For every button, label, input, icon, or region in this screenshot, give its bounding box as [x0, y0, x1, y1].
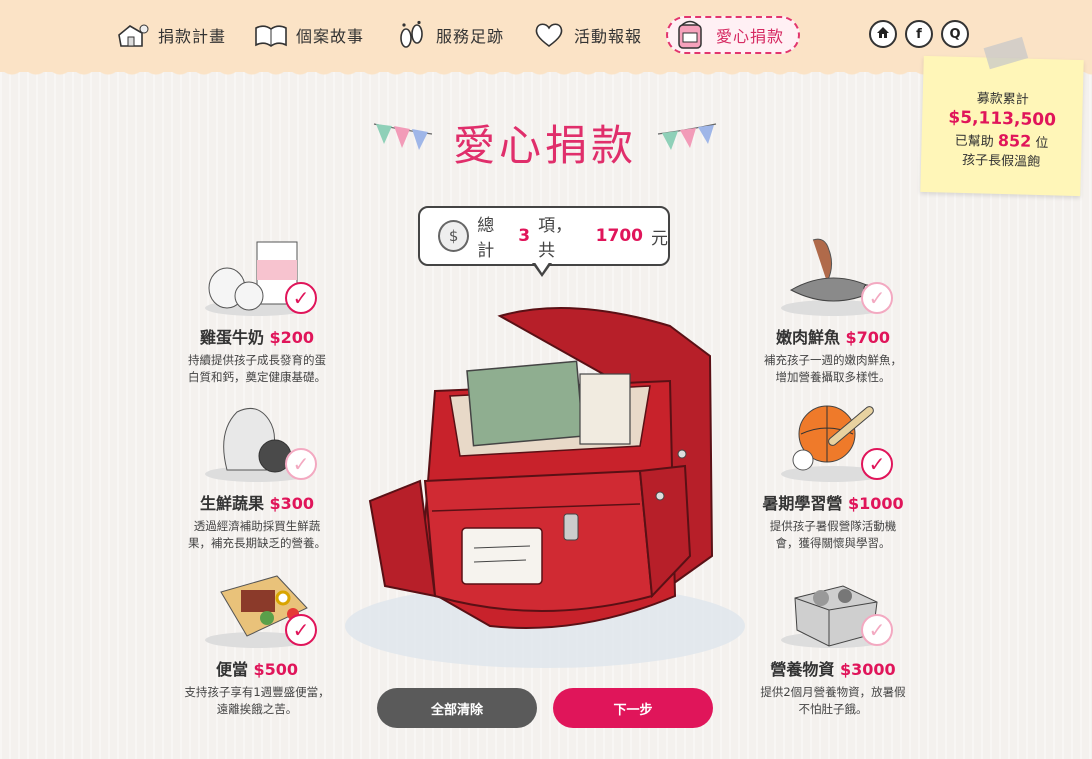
item-price: $300 — [269, 494, 315, 513]
note-footer: 孩子長假溫飽 — [961, 152, 1041, 171]
item-price: $200 — [269, 328, 315, 347]
summary-suffix: 元 — [651, 228, 668, 249]
note-helped-suffix: 位 — [1035, 135, 1049, 152]
page-title: 愛心捐款 — [452, 121, 637, 170]
backpack-illustration — [345, 307, 745, 668]
donation-summary-bubble: $ 總計 3 項，共 1700 元 — [418, 206, 670, 266]
next-step-button[interactable]: 下一步 — [553, 688, 713, 728]
unchecked-icon[interactable]: ✓ — [861, 614, 893, 646]
note-helped-count: 852 — [997, 130, 1032, 151]
note-label: 募款累計 — [976, 91, 1029, 108]
nav-item-case-stories[interactable]: 個案故事 — [254, 16, 364, 54]
fundraising-sticky-note: 募款累計 $5,113,500 已幫助 852 位 孩子長假溫飽 — [920, 36, 1084, 197]
page-title-banner: 愛心捐款 — [372, 110, 718, 170]
checked-icon[interactable]: ✓ — [285, 282, 317, 314]
donation-item-bento[interactable]: ✓ 便當 $500 支持孩子享有1週豐盛便當，遠離挨餓之苦。 — [172, 568, 342, 718]
nav-item-label: 愛心捐款 — [716, 27, 785, 46]
book-icon — [254, 20, 288, 50]
heart-icon — [532, 20, 566, 50]
search-icon: Q — [949, 26, 961, 42]
summary-total: 1700 — [595, 226, 643, 246]
item-description: 持續提供孩子成長發育的蛋白質和鈣，奠定健康基礎。 — [188, 353, 326, 384]
checked-icon[interactable]: ✓ — [861, 448, 893, 480]
donation-item-summer-camp[interactable]: ✓ 暑期學習營 $1000 提供孩子暑假營隊活動機會，獲得關懷與學習。 — [748, 402, 918, 552]
item-name: 生鮮蔬果 $300 — [199, 494, 315, 513]
nav-item-love-donation[interactable]: 愛心捐款 — [666, 16, 801, 54]
item-name: 營養物資 $3000 — [770, 660, 896, 679]
summary-prefix: 總計 — [477, 216, 495, 261]
facebook-button[interactable]: f — [905, 20, 933, 48]
donation-item-fresh-produce[interactable]: ✓ 生鮮蔬果 $300 透過經濟補助採買生鮮蔬果，補充長期缺乏的營養。 — [172, 402, 342, 552]
home-button[interactable] — [869, 20, 897, 48]
item-price: $1000 — [847, 494, 904, 513]
nav-item-activity-news[interactable]: 活動報報 — [532, 16, 642, 54]
coin-icon: $ — [438, 220, 470, 252]
item-description: 補充孩子一週的嫩肉鮮魚，增加營養攝取多樣性。 — [764, 353, 902, 384]
item-name: 嫩肉鮮魚 $700 — [775, 328, 891, 347]
nav-item-label: 捐款計畫 — [158, 27, 227, 46]
note-helped-prefix: 已幫助 — [954, 133, 994, 150]
item-name: 暑期學習營 $1000 — [762, 494, 904, 513]
summary-count: 3 — [518, 226, 531, 246]
item-description: 提供2個月營養物資，放暑假不怕肚子餓。 — [760, 685, 906, 716]
bubble-tail — [532, 261, 552, 277]
summer-camp-illustration: ✓ — [773, 402, 893, 484]
summary-middle: 項，共 — [538, 216, 573, 261]
checked-icon[interactable]: ✓ — [285, 614, 317, 646]
nav-item-label: 個案故事 — [296, 27, 365, 46]
donation-item-meat-fish[interactable]: ✓ 嫩肉鮮魚 $700 補充孩子一週的嫩肉鮮魚，增加營養攝取多樣性。 — [748, 236, 918, 386]
nav-item-service-footprints[interactable]: 服務足跡 — [394, 16, 504, 54]
item-description: 提供孩子暑假營隊活動機會，獲得關懷與學習。 — [769, 519, 897, 550]
meat-fish-illustration: ✓ — [773, 236, 893, 318]
backpack-icon — [674, 20, 708, 50]
bento-illustration: ✓ — [197, 568, 317, 650]
nav-item-label: 活動報報 — [574, 27, 643, 46]
item-description: 透過經濟補助採買生鮮蔬果，補充長期缺乏的營養。 — [188, 519, 326, 550]
clear-all-button[interactable]: 全部清除 — [377, 688, 537, 728]
item-price: $3000 — [839, 660, 896, 679]
donation-item-eggs-milk[interactable]: ✓ 雞蛋牛奶 $200 持續提供孩子成長發育的蛋白質和鈣，奠定健康基礎。 — [172, 236, 342, 386]
house-sketch-icon — [116, 20, 150, 50]
item-name: 便當 $500 — [215, 660, 299, 679]
vegetables-illustration: ✓ — [197, 402, 317, 484]
nav-item-donation-plan[interactable]: 捐款計畫 — [116, 16, 226, 54]
donation-item-nutrition-supplies[interactable]: ✓ 營養物資 $3000 提供2個月營養物資，放暑假不怕肚子餓。 — [748, 568, 918, 718]
facebook-icon: f — [916, 26, 922, 42]
supply-box-illustration: ✓ — [773, 568, 893, 650]
home-icon — [876, 26, 890, 43]
item-name: 雞蛋牛奶 $200 — [199, 328, 315, 347]
search-button[interactable]: Q — [941, 20, 969, 48]
unchecked-icon[interactable]: ✓ — [285, 448, 317, 480]
nav-item-label: 服務足跡 — [436, 27, 505, 46]
eggs-milk-illustration: ✓ — [197, 236, 317, 318]
note-total-amount: $5,113,500 — [948, 107, 1057, 131]
unchecked-icon[interactable]: ✓ — [861, 282, 893, 314]
item-description: 支持孩子享有1週豐盛便當，遠離挨餓之苦。 — [184, 685, 330, 716]
footprint-icon — [394, 20, 428, 50]
item-price: $500 — [253, 660, 299, 679]
item-price: $700 — [845, 328, 891, 347]
